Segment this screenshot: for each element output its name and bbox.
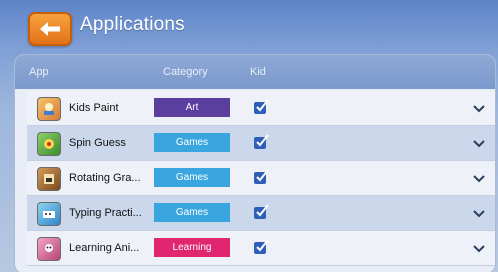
paint-app-icon [37,97,61,121]
chevron-down-icon[interactable] [472,101,486,115]
chevron-down-icon[interactable] [472,171,486,185]
rotating-app-icon [37,167,61,191]
column-header-category: Category [163,66,208,78]
chevron-down-icon[interactable] [472,206,486,220]
app-name: Rotating Gra... [69,172,141,184]
table-row[interactable]: Spin Guess Games [27,126,495,161]
top-bar: Applications [0,0,498,55]
back-arrow-icon [40,22,60,36]
spin-guess-app-icon [37,132,61,156]
table-row[interactable]: Typing Practi... Games [27,196,495,231]
typing-app-icon [37,202,61,226]
category-badge: Games [154,203,230,222]
column-header-app: App [29,66,49,78]
category-badge: Games [154,133,230,152]
kid-checkbox[interactable] [253,99,269,115]
category-badge: Learning [154,238,230,257]
learning-app-icon [37,237,61,261]
back-button[interactable] [28,12,72,46]
app-name: Typing Practi... [69,207,142,219]
kid-checkbox[interactable] [253,204,269,220]
kid-checkbox[interactable] [253,239,269,255]
column-header-kid: Kid [250,66,266,78]
table-row[interactable]: Rotating Gra... Games [27,161,495,196]
table-header: App Category Kid [15,55,495,89]
table-row[interactable]: Kids Paint Art [27,91,495,126]
app-name: Spin Guess [69,137,126,149]
applications-screen: Applications App Category Kid Kids Paint… [0,0,498,272]
category-badge: Games [154,168,230,187]
chevron-down-icon[interactable] [472,136,486,150]
chevron-down-icon[interactable] [472,241,486,255]
page-title: Applications [80,14,185,35]
app-name: Kids Paint [69,102,119,114]
kid-checkbox[interactable] [253,134,269,150]
table-row[interactable]: Learning Ani... Learning [27,231,495,266]
category-badge: Art [154,98,230,117]
kid-checkbox[interactable] [253,169,269,185]
apps-table: App Category Kid Kids Paint Art Spin Gue… [14,54,496,272]
app-name: Learning Ani... [69,242,140,254]
